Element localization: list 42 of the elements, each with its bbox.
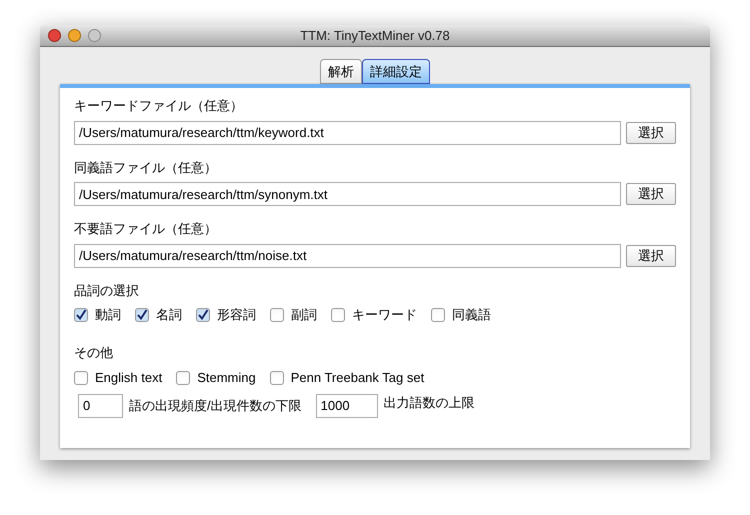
checkmark-icon — [136, 308, 148, 321]
checkbox[interactable] — [270, 370, 284, 385]
section-label: その他 — [74, 344, 114, 362]
field-label: 不要語ファイル（任意） — [74, 220, 218, 238]
select-button[interactable]: 選択 — [626, 122, 676, 144]
checkbox[interactable] — [270, 308, 284, 322]
checkbox-label: English text — [95, 369, 162, 387]
checkbox[interactable] — [196, 308, 210, 322]
checkbox-label: 同義語 — [452, 306, 491, 324]
checkbox[interactable] — [176, 370, 190, 385]
close-icon[interactable] — [48, 29, 61, 42]
max-words-field[interactable]: 1000 — [316, 394, 378, 418]
checkbox-label: 名詞 — [156, 306, 182, 324]
file-path-field[interactable]: /Users/matumura/research/ttm/noise.txt — [74, 244, 622, 268]
field-label: 出力語数の上限 — [384, 394, 475, 412]
checkbox-label: キーワード — [352, 306, 417, 324]
checkbox[interactable] — [135, 308, 149, 322]
field-label: キーワードファイル（任意） — [74, 97, 244, 115]
checkbox-label: 動詞 — [95, 306, 121, 324]
checkbox[interactable] — [431, 308, 445, 322]
tab[interactable]: 解析 — [320, 59, 362, 84]
field-label: 同義語ファイル（任意） — [74, 158, 218, 176]
section-label: 品詞の選択 — [74, 282, 140, 300]
min-frequency-field[interactable]: 0 — [78, 394, 123, 418]
checkbox[interactable] — [74, 370, 88, 385]
checkbox-label: Stemming — [197, 369, 256, 387]
tab[interactable]: 詳細設定 — [362, 59, 430, 84]
window-title: TTM: TinyTextMiner v0.78 — [300, 26, 450, 45]
checkbox-label: 副詞 — [291, 306, 317, 324]
select-button[interactable]: 選択 — [626, 244, 676, 266]
checkbox-label: 形容詞 — [217, 306, 256, 324]
select-button[interactable]: 選択 — [626, 183, 676, 205]
field-label: 語の出現頻度/出現件数の下限 — [129, 396, 302, 415]
checkbox[interactable] — [331, 308, 345, 322]
file-path-field[interactable]: /Users/matumura/research/ttm/keyword.txt — [74, 120, 622, 144]
file-path-field[interactable]: /Users/matumura/research/ttm/synonym.txt — [74, 182, 622, 206]
checkmark-icon — [197, 308, 209, 321]
checkbox-label: Penn Treebank Tag set — [290, 369, 424, 387]
checkbox[interactable] — [74, 308, 88, 322]
minimize-icon[interactable] — [68, 29, 81, 42]
checkmark-icon — [75, 308, 87, 321]
zoom-icon[interactable] — [88, 29, 101, 42]
